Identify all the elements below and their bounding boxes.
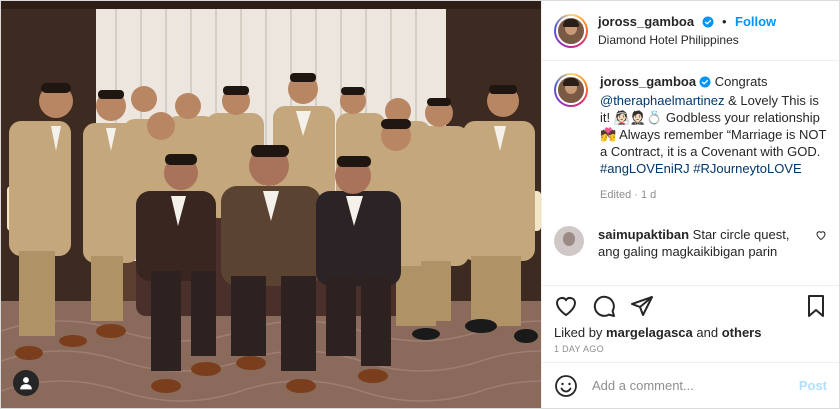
verified-icon bbox=[699, 75, 711, 92]
comment-input[interactable] bbox=[592, 378, 799, 393]
comment-username[interactable]: saimupaktiban bbox=[598, 227, 689, 242]
group-photo-illustration bbox=[1, 1, 541, 408]
likes-and: and bbox=[696, 325, 719, 340]
caption-meta: Edited · 1 d bbox=[600, 187, 827, 204]
location-link[interactable]: Diamond Hotel Philippines bbox=[598, 32, 776, 49]
likes-summary: Liked by margelagasca and others bbox=[542, 325, 839, 340]
post-date[interactable]: 1 DAY AGO bbox=[542, 340, 839, 362]
likes-user[interactable]: margelagasca bbox=[606, 325, 693, 340]
add-comment-bar: Post bbox=[542, 362, 839, 408]
edited-label: Edited bbox=[600, 189, 632, 201]
comment-body: saimupaktiban Star circle quest, ang gal… bbox=[598, 226, 807, 260]
hashtag-link-1[interactable]: #angLOVEniRJ bbox=[600, 161, 690, 176]
post-header: joross_gamboa • Follow Diamond Hotel Phi… bbox=[542, 1, 839, 61]
caption-username[interactable]: joross_gamboa bbox=[600, 74, 696, 89]
caption: joross_gamboa Congrats @theraphaelmartin… bbox=[554, 73, 827, 204]
bookmark-icon[interactable] bbox=[805, 294, 827, 318]
mention-link[interactable]: @theraphaelmartinez bbox=[600, 93, 724, 108]
caption-text-1: Congrats bbox=[711, 74, 768, 89]
follow-button[interactable]: Follow bbox=[735, 14, 776, 29]
post-sidebar: joross_gamboa • Follow Diamond Hotel Phi… bbox=[541, 1, 839, 408]
comments-section: joross_gamboa Congrats @theraphaelmartin… bbox=[542, 61, 839, 285]
likes-prefix: Liked by bbox=[554, 325, 603, 340]
post-comment-button[interactable]: Post bbox=[799, 378, 827, 393]
comment-icon[interactable] bbox=[592, 294, 616, 318]
header-username[interactable]: joross_gamboa bbox=[598, 14, 694, 29]
post-photo[interactable] bbox=[1, 1, 541, 408]
caption-avatar[interactable] bbox=[554, 73, 588, 107]
meta-separator: · bbox=[634, 189, 638, 201]
heart-icon[interactable] bbox=[815, 228, 827, 260]
likes-others[interactable]: others bbox=[722, 325, 762, 340]
action-bar bbox=[542, 285, 839, 325]
emoji-icon[interactable] bbox=[554, 374, 578, 398]
share-icon[interactable] bbox=[630, 294, 654, 318]
avatar[interactable] bbox=[554, 13, 588, 48]
comment-avatar[interactable] bbox=[554, 226, 584, 256]
comment-item: saimupaktiban Star circle quest, ang gal… bbox=[554, 226, 827, 260]
heart-icon[interactable] bbox=[554, 294, 578, 318]
header-separator: • bbox=[722, 13, 727, 29]
instagram-post: joross_gamboa • Follow Diamond Hotel Phi… bbox=[0, 0, 840, 409]
verified-icon bbox=[702, 15, 714, 32]
tag-user-icon[interactable] bbox=[13, 370, 39, 396]
header-text: joross_gamboa • Follow Diamond Hotel Phi… bbox=[598, 13, 776, 49]
caption-body: joross_gamboa Congrats @theraphaelmartin… bbox=[600, 73, 827, 204]
hashtag-link-2[interactable]: #RJourneytoLOVE bbox=[693, 161, 801, 176]
caption-age[interactable]: 1 d bbox=[641, 189, 656, 201]
